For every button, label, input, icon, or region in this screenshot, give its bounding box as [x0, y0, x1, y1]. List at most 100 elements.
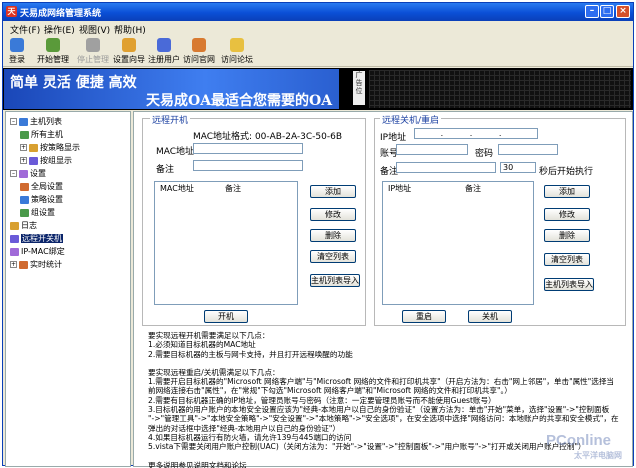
stop-manage-button[interactable]: 停止管理	[77, 38, 109, 65]
ad-label: 广告位	[353, 71, 365, 105]
maximize-button[interactable]: □	[600, 5, 614, 18]
shutdown-note-input[interactable]	[396, 162, 496, 173]
tree-node-icon	[19, 260, 28, 269]
app-window: 天 天易成网络管理系统 – □ × 文件(F) 操作(E) 视图(V) 帮助(H…	[2, 2, 634, 468]
wake-import-button[interactable]: 主机列表导入	[310, 274, 360, 287]
register-user-label: 注册用户	[148, 55, 180, 64]
password-input[interactable]	[498, 144, 558, 155]
instruction-line: 1.必须知道目标机器的MAC地址	[148, 340, 256, 350]
tree-item-label: 实时统计	[30, 260, 62, 269]
instruction-line: "->"管理工具"->"本地安全策略"->"安全设置"->"本地策略"->"安全…	[148, 414, 619, 424]
visit-site-label: 访问官网	[183, 55, 215, 64]
wake-note-input[interactable]	[193, 160, 303, 171]
nav-tree: – 主机列表所有主机 + 按策略显示 + 按组显示 – 设置全局设置策略设置组设置日志远程开关…	[5, 111, 131, 467]
tree-item-8[interactable]: 日志	[10, 220, 37, 231]
shutdown-import-button[interactable]: 主机列表导入	[544, 278, 594, 291]
wake-group-title: 远程开机	[150, 113, 191, 126]
tree-item-9[interactable]: 远程开关机	[10, 233, 63, 244]
banner-ad[interactable]: 简单 灵活 便捷 高效 天易成OA最适合您需要的OA	[4, 69, 339, 109]
ip-list[interactable]: IP地址 备注	[382, 181, 534, 305]
instruction-line: 更多说明参见说明文档和论坛	[148, 460, 247, 468]
tree-expander-icon[interactable]: –	[10, 118, 17, 125]
tree-item-label: 远程开关机	[21, 234, 63, 243]
shutdown-add-button[interactable]: 添加	[544, 185, 590, 198]
banner-slogan: 简单 灵活 便捷 高效	[10, 75, 137, 91]
instruction-line: 2.需要目标机器的主板与网卡支持，并且打开远程唤醒的功能	[148, 349, 353, 359]
tree-item-label: IP-MAC绑定	[21, 247, 65, 256]
tree-item-1[interactable]: 所有主机	[20, 129, 63, 140]
power-on-button[interactable]: 开机	[204, 310, 248, 323]
ip-input[interactable]: . . .	[414, 128, 538, 139]
remote-power-panel: 远程开机 MAC地址格式: 00-AB-2A-3C-50-6B MAC地址 备注…	[133, 111, 633, 468]
instruction-line: 前网络连接右击"属性"，在"常规"下勾选"Microsoft 网络客户端"和"M…	[148, 386, 512, 396]
tree-expander-icon[interactable]: +	[20, 144, 27, 151]
setup-wizard-button[interactable]: 设置向导	[113, 38, 145, 65]
ip-label: IP地址	[380, 133, 407, 143]
title-bar: 天 天易成网络管理系统 – □ ×	[3, 3, 633, 21]
shutdown-clear-button[interactable]: 清空列表	[544, 253, 590, 266]
tree-item-label: 主机列表	[30, 117, 62, 126]
wake-delete-button[interactable]: 删除	[310, 229, 356, 242]
tree-node-icon	[10, 234, 19, 243]
shutdown-delete-button[interactable]: 删除	[544, 229, 590, 242]
tree-expander-icon[interactable]: –	[10, 170, 17, 177]
wake-note-column-header[interactable]: 备注	[225, 183, 241, 194]
shutdown-button[interactable]: 关机	[468, 310, 512, 323]
setup-wizard-icon	[122, 38, 136, 52]
start-manage-button[interactable]: 开始管理	[37, 38, 69, 65]
delay-input[interactable]: 30	[500, 162, 536, 173]
ip-column-header[interactable]: IP地址	[388, 183, 411, 194]
toolbar: 登录 开始管理 停止管理 设置向导 注册用户 访问官网 访问论坛	[3, 35, 633, 67]
menu-bar: 文件(F) 操作(E) 视图(V) 帮助(H)	[3, 21, 633, 36]
shutdown-note-column-header[interactable]: 备注	[465, 183, 481, 194]
banner-headline: 天易成OA最适合您需要的OA	[146, 93, 333, 109]
tree-item-label: 所有主机	[31, 130, 63, 139]
banner: 简单 灵活 便捷 高效 天易成OA最适合您需要的OA 广告位	[3, 68, 633, 110]
visit-forum-button[interactable]: 访问论坛	[221, 38, 253, 65]
tree-node-icon	[29, 156, 38, 165]
tree-item-3[interactable]: + 按组显示	[20, 155, 72, 166]
mac-list[interactable]: MAC地址 备注	[154, 181, 298, 305]
wake-note-label: 备注	[156, 165, 175, 175]
close-button[interactable]: ×	[616, 5, 630, 18]
tree-item-0[interactable]: – 主机列表	[10, 116, 62, 127]
delay-suffix: 秒后开始执行	[539, 167, 594, 177]
mac-column-header[interactable]: MAC地址	[160, 183, 194, 194]
restart-button[interactable]: 重启	[402, 310, 446, 323]
tree-expander-icon[interactable]: +	[20, 157, 27, 164]
mac-label: MAC地址	[156, 147, 195, 157]
register-user-button[interactable]: 注册用户	[148, 38, 180, 65]
start-manage-label: 开始管理	[37, 55, 69, 64]
watermark-caption: 太平洋电脑网	[574, 451, 622, 460]
instruction-line: 要实现远程重启/关机需满足以下几点：	[148, 367, 280, 377]
tree-item-6[interactable]: 策略设置	[20, 194, 63, 205]
tree-item-11[interactable]: + 实时统计	[10, 259, 62, 270]
tree-node-icon	[19, 169, 28, 178]
stop-manage-label: 停止管理	[77, 55, 109, 64]
wake-clear-button[interactable]: 清空列表	[310, 250, 356, 263]
visit-site-button[interactable]: 访问官网	[183, 38, 215, 65]
tree-item-2[interactable]: + 按策略显示	[20, 142, 80, 153]
tree-item-label: 按策略显示	[40, 143, 80, 152]
mac-input[interactable]	[193, 143, 303, 154]
visit-site-icon	[192, 38, 206, 52]
setup-wizard-label: 设置向导	[113, 55, 145, 64]
tree-item-4[interactable]: – 设置	[10, 168, 46, 179]
register-user-icon	[157, 38, 171, 52]
tree-node-icon	[20, 195, 29, 204]
wake-edit-button[interactable]: 修改	[310, 208, 356, 221]
minimize-button[interactable]: –	[585, 5, 599, 18]
tree-item-5[interactable]: 全局设置	[20, 181, 63, 192]
tree-item-7[interactable]: 组设置	[20, 207, 55, 218]
instruction-line: 2.需要有目标机器正确的IP地址，管理员账号与密码（注意：一定要管理员账号而不能…	[148, 395, 496, 405]
login-button[interactable]: 登录	[9, 38, 25, 65]
shutdown-group-title: 远程关机/重启	[380, 113, 442, 126]
window-title: 天易成网络管理系统	[20, 9, 102, 19]
account-input[interactable]	[396, 144, 468, 155]
tree-item-10[interactable]: IP-MAC绑定	[10, 246, 65, 257]
tree-expander-icon[interactable]: +	[10, 261, 17, 268]
instruction-line: 3.目标机器的用户账户的本地安全设置应该为"经典-本地用户以自己的身份验证"（设…	[148, 405, 610, 415]
wake-add-button[interactable]: 添加	[310, 185, 356, 198]
login-label: 登录	[9, 55, 25, 64]
shutdown-edit-button[interactable]: 修改	[544, 208, 590, 221]
